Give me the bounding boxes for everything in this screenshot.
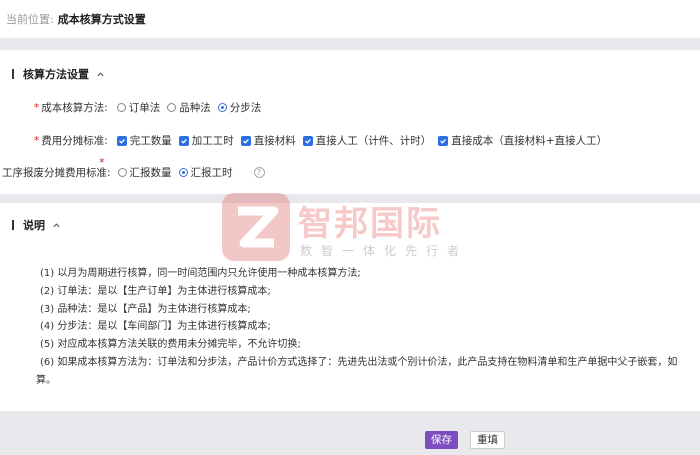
note-line: (5) 对应成本核算方法关联的费用未分摊完毕，不允许切换;	[40, 339, 301, 351]
top-bar: 当前位置: 成本核算方式设置	[0, 0, 700, 38]
help-icon[interactable]: ?	[253, 167, 265, 178]
process-option-quantity[interactable]: 汇报数量	[117, 165, 172, 180]
chevron-up-icon[interactable]	[52, 221, 61, 230]
option-label: 汇报工时	[190, 167, 233, 179]
method-row: * 成本核算方法: 订单法 品种法 分步法	[34, 100, 268, 115]
checkbox-checked-icon[interactable]	[438, 135, 449, 146]
section-marker	[12, 69, 14, 79]
reset-button[interactable]: 重填	[470, 431, 505, 449]
method-option-variety[interactable]: 品种法	[167, 100, 211, 115]
required-mark: *	[34, 134, 40, 147]
option-label: 品种法	[179, 102, 211, 114]
option-label: 订单法	[128, 102, 161, 114]
option-label: 分步法	[229, 102, 262, 114]
section-title-text: 核算方法设置	[23, 68, 89, 81]
footer-bar: 保存 重填	[0, 422, 700, 455]
radio-icon[interactable]	[116, 103, 126, 112]
option-label: 直接人工（计件、计时）	[315, 135, 432, 147]
required-mark: *	[99, 157, 105, 169]
option-label: 直接成本（直接材料+直接人工）	[451, 135, 608, 147]
note-line: (6) 如果成本核算方法为：订单法和分步法，产品计价方式选择了：先进先出法或个别…	[40, 356, 678, 368]
checkbox-checked-icon[interactable]	[302, 135, 313, 146]
accounting-method-panel: 核算方法设置 * 成本核算方法: 订单法 品种法 分步法 * 费用分摊标准: 完…	[0, 50, 700, 194]
option-label: 加工工时	[191, 135, 234, 147]
note-line: (2) 订单法：是以【生产订单】为主体进行核算成本;	[40, 285, 271, 297]
checkbox-checked-icon[interactable]	[240, 135, 251, 146]
checkbox-checked-icon[interactable]	[116, 135, 127, 146]
notes-panel: 说明 (1) 以月为周期进行核算，同一时间范围内只允许使用一种成本核算方法; (…	[0, 203, 700, 411]
radio-icon[interactable]	[167, 103, 177, 112]
allocation-option-hours[interactable]: 加工工时	[178, 133, 234, 148]
allocation-option-direct-cost[interactable]: 直接成本（直接材料+直接人工）	[438, 133, 607, 148]
note-line: (1) 以月为周期进行核算，同一时间范围内只允许使用一种成本核算方法;	[40, 268, 361, 279]
checkbox-checked-icon[interactable]	[178, 135, 189, 146]
allocation-option-material[interactable]: 直接材料	[240, 133, 296, 148]
allocation-row: * 费用分摊标准: 完工数量 加工工时 直接材料 直接人工（计件、计时） 直接成…	[34, 133, 614, 148]
method-label: 成本核算方法:	[41, 102, 108, 114]
chevron-up-icon[interactable]	[96, 70, 105, 79]
allocation-option-quantity[interactable]: 完工数量	[116, 133, 172, 148]
method-option-step[interactable]: 分步法	[217, 100, 262, 115]
note-line: (3) 品种法：是以【产品】为主体进行核算成本;	[40, 303, 251, 315]
process-scrap-row: * 工序报废分摊费用标准: 汇报数量 汇报工时 ?	[2, 157, 265, 180]
note-line: 算。	[36, 374, 56, 386]
allocation-label: 费用分摊标准:	[41, 135, 108, 147]
section-title-method[interactable]: 核算方法设置	[12, 66, 105, 82]
breadcrumb: 当前位置: 成本核算方式设置	[6, 11, 146, 27]
breadcrumb-current: 成本核算方式设置	[57, 13, 146, 26]
section-marker	[12, 220, 14, 230]
radio-icon[interactable]	[117, 168, 127, 177]
required-mark: *	[34, 101, 40, 114]
process-option-hours[interactable]: 汇报工时	[178, 165, 233, 180]
radio-selected-icon[interactable]	[178, 168, 188, 177]
method-option-order[interactable]: 订单法	[116, 100, 161, 115]
section-title-notes[interactable]: 说明	[12, 217, 61, 233]
notes-list: (1) 以月为周期进行核算，同一时间范围内只允许使用一种成本核算方法; (2) …	[36, 265, 700, 390]
option-label: 汇报数量	[129, 167, 172, 179]
note-line: (4) 分步法：是以【车间部门】为主体进行核算成本;	[40, 321, 271, 333]
breadcrumb-label: 当前位置:	[6, 13, 54, 26]
process-scrap-label: 工序报废分摊费用标准:	[2, 167, 111, 179]
allocation-option-labor[interactable]: 直接人工（计件、计时）	[302, 133, 432, 148]
option-label: 直接材料	[253, 135, 296, 147]
option-label: 完工数量	[129, 135, 172, 147]
save-button[interactable]: 保存	[425, 431, 458, 449]
radio-selected-icon[interactable]	[217, 103, 227, 112]
section-title-text: 说明	[23, 219, 45, 232]
